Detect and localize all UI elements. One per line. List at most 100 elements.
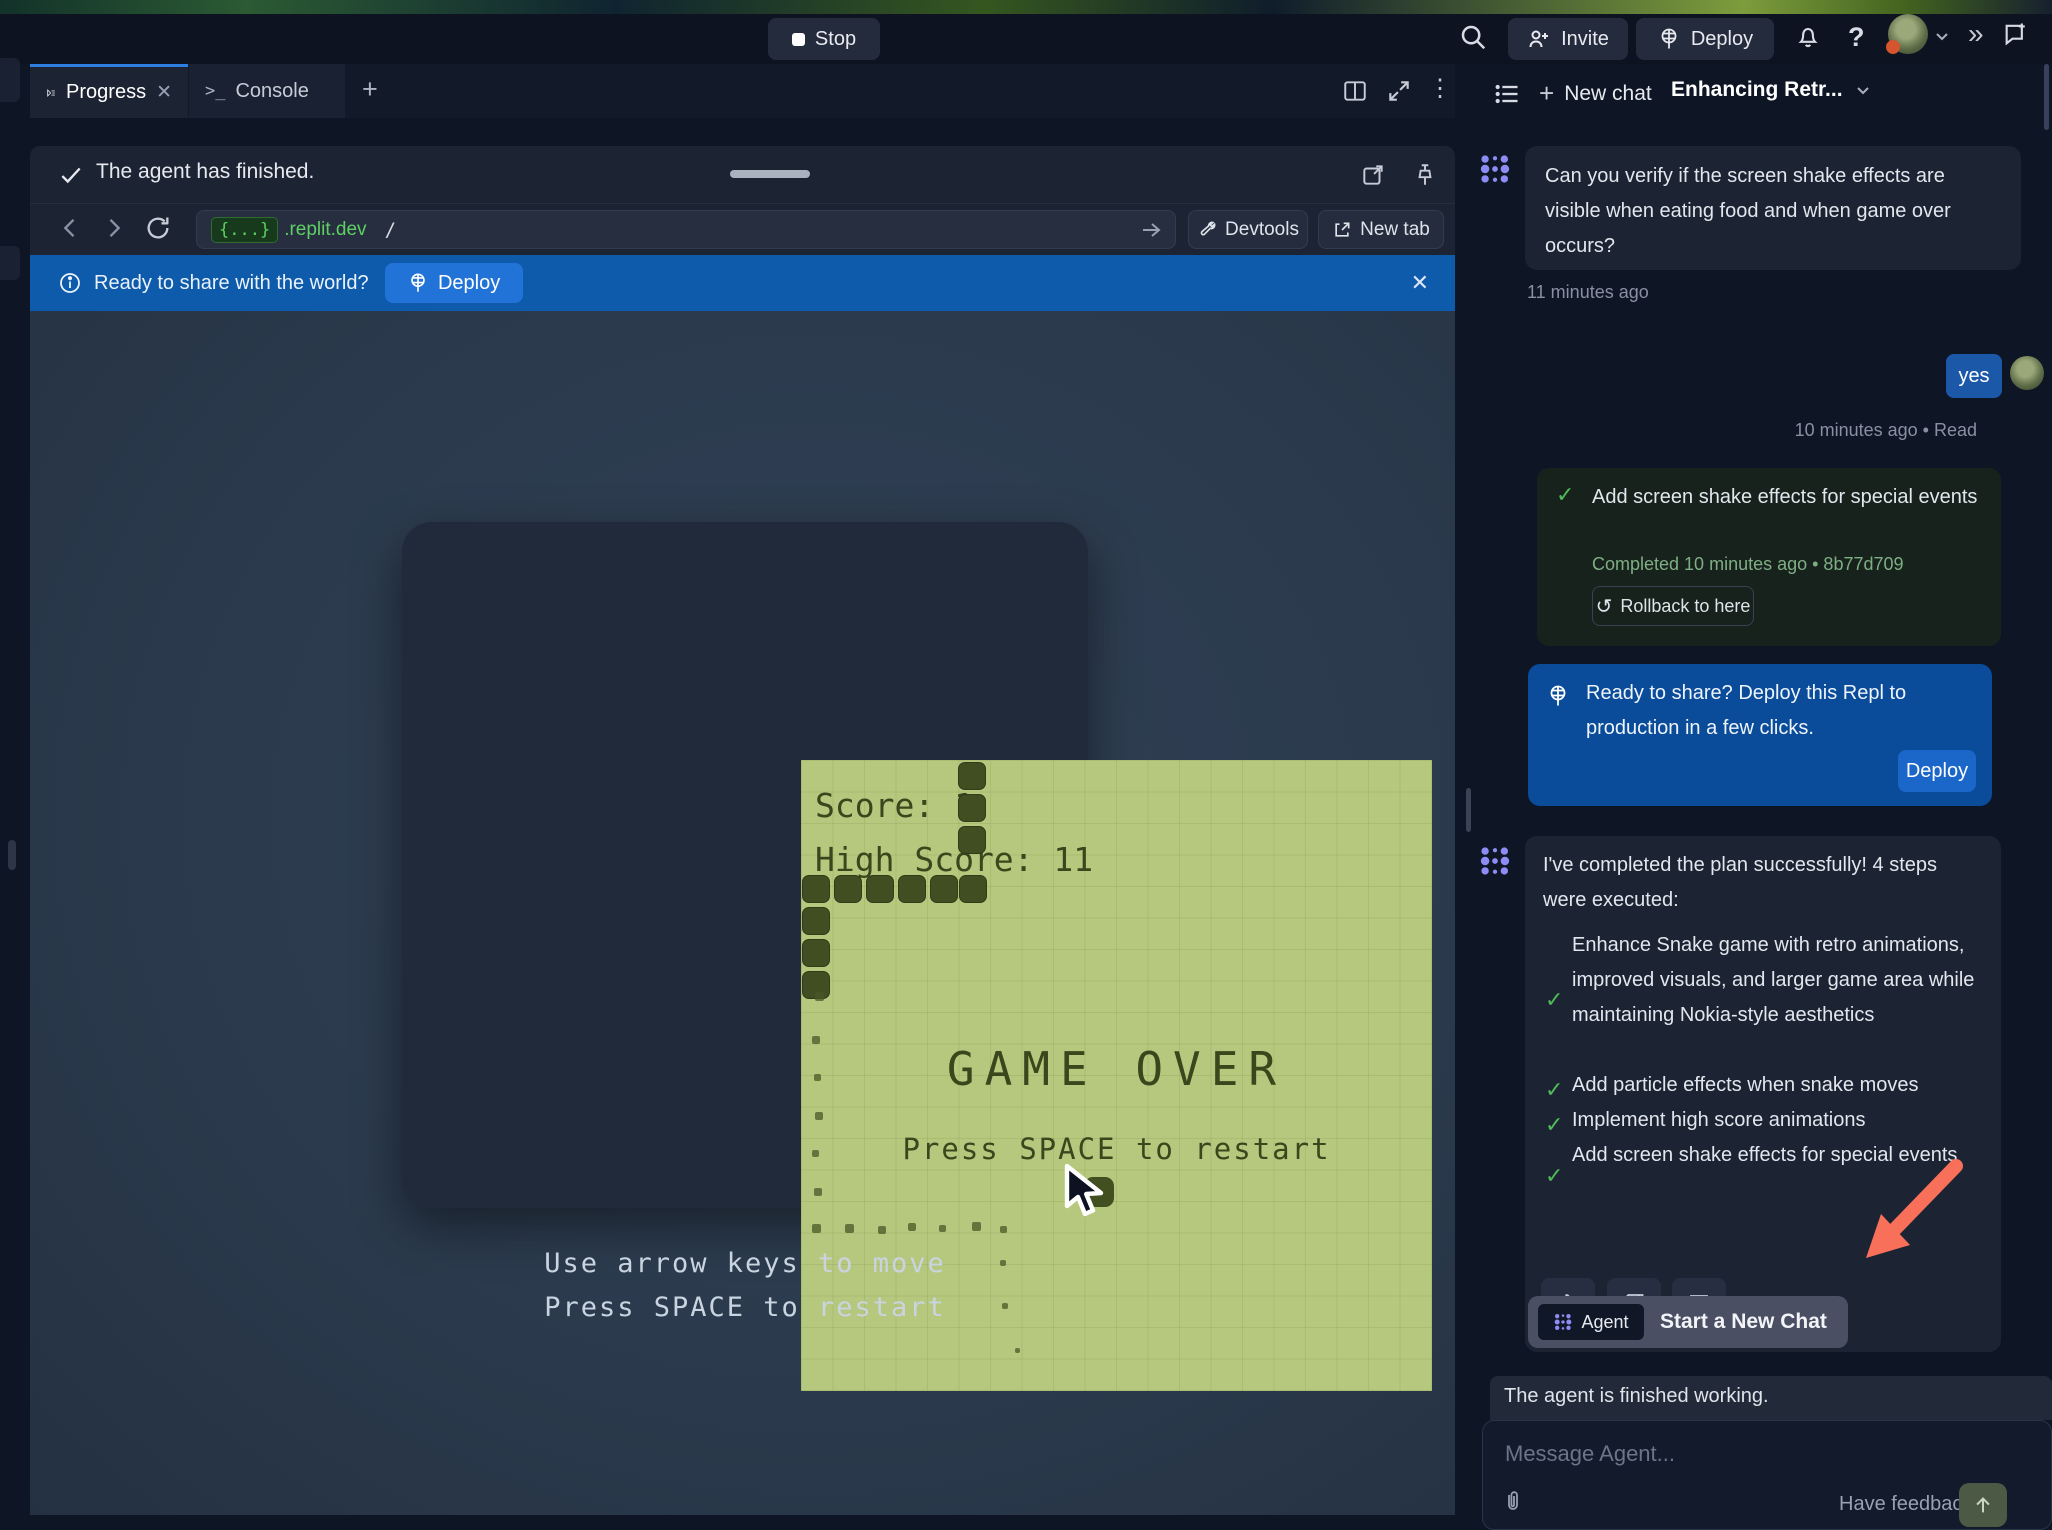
deploy-card-button-label: Deploy (1906, 760, 1968, 783)
plan-check-icon: ✓ (1545, 1107, 1563, 1142)
particle (812, 1036, 820, 1044)
forward-icon[interactable] (100, 214, 128, 242)
avatar-badge (1886, 40, 1900, 54)
open-in-pane-icon[interactable] (1360, 162, 1386, 188)
user-avatar (2010, 356, 2044, 390)
go-arrow-icon[interactable] (1139, 218, 1163, 242)
agent-avatar-icon (1478, 152, 1512, 186)
address-bar[interactable]: {...} .replit.dev / (196, 210, 1176, 249)
particle (878, 1226, 886, 1234)
agent-finished-banner: The agent is finished working. (1490, 1376, 2052, 1420)
pin-icon[interactable] (1412, 162, 1438, 188)
banner-deploy-button[interactable]: Deploy (385, 263, 523, 303)
refresh-icon[interactable] (144, 214, 172, 242)
message-input[interactable]: Message Agent... (1505, 1441, 1675, 1467)
agent-chip-label: Agent (1581, 1312, 1628, 1333)
chevron-down-icon (1855, 82, 1871, 98)
agent-chip: Agent (1538, 1304, 1644, 1340)
snake-segment (802, 875, 830, 903)
panel-resize-handle[interactable] (1466, 788, 1471, 832)
message-status: 10 minutes ago • Read (1765, 420, 1977, 441)
plan-item: Add screen shake effects for special eve… (1572, 1138, 1980, 1173)
help-icon[interactable]: ? (1848, 22, 1865, 53)
rollback-button[interactable]: ↺ Rollback to here (1592, 586, 1754, 626)
deploy-card-button[interactable]: Deploy (1898, 750, 1976, 792)
stop-label: Stop (815, 28, 856, 51)
collapse-chevrons-icon[interactable]: » (1968, 18, 1984, 50)
banner-deploy-label: Deploy (438, 272, 500, 295)
expand-icon[interactable] (1386, 78, 1412, 104)
start-new-chat-label: Start a New Chat (1660, 1310, 1827, 1334)
instruction-line: Use arrow keys to move (402, 1248, 1088, 1279)
invite-button[interactable]: Invite (1508, 18, 1628, 60)
devtools-label: Devtools (1225, 219, 1299, 241)
chat-history-icon[interactable] (1493, 80, 1521, 108)
snake-segment (958, 762, 986, 790)
snake-segment (898, 875, 926, 903)
rail-collapsed-pane[interactable] (0, 58, 20, 102)
rail-collapsed-pane[interactable] (0, 246, 20, 280)
undo-icon: ↺ (1596, 594, 1613, 619)
new-chat-button[interactable]: + New chat (1539, 78, 1652, 109)
plan-item: Add particle effects when snake moves (1572, 1068, 1980, 1103)
devtools-button[interactable]: Devtools (1188, 210, 1308, 249)
particle (814, 1188, 822, 1196)
new-tab-plus-icon[interactable]: + (362, 74, 378, 105)
url-host: .replit.dev (284, 219, 366, 241)
rail-drag-handle[interactable] (8, 840, 16, 870)
particle (1015, 1348, 1020, 1353)
game-frame: Score: 1 High Score: 11 GAME OVER Press … (402, 522, 1088, 1208)
wrench-icon (1197, 220, 1217, 240)
snake-segment (802, 939, 830, 967)
tab-progress-label: Progress (66, 81, 146, 104)
account-chevron-down-icon[interactable] (1934, 28, 1950, 44)
stop-icon (792, 33, 805, 46)
notifications-bell-icon[interactable] (1794, 22, 1822, 50)
kebab-menu-icon[interactable]: ⋮ (1428, 74, 1452, 103)
message-composer[interactable]: Message Agent... Have feedback? (1482, 1420, 2052, 1530)
search-icon[interactable] (1458, 22, 1488, 52)
comment-plus-icon[interactable] (2002, 20, 2030, 48)
rollback-label: Rollback to here (1620, 596, 1750, 617)
stop-button[interactable]: Stop (768, 18, 880, 60)
restart-hint-text: Press SPACE to restart (801, 1132, 1432, 1166)
score-text: Score: 1 (815, 786, 974, 825)
tab-close-icon[interactable]: ✕ (156, 81, 172, 104)
banner-close-icon[interactable]: ✕ (1411, 270, 1429, 296)
new-chat-label: New chat (1564, 82, 1652, 106)
tab-console[interactable]: >_ Console (189, 64, 345, 118)
snake-segment (958, 794, 986, 822)
external-link-icon (1332, 220, 1352, 240)
task-card: ✓ Add screen shake effects for special e… (1537, 468, 2001, 646)
invite-person-icon (1527, 27, 1551, 51)
split-view-icon[interactable] (1342, 78, 1368, 104)
deploy-globe-icon (1546, 684, 1570, 708)
particle (815, 992, 824, 1001)
high-score-text: High Score: 11 (815, 840, 1093, 879)
start-new-chat-button[interactable]: Agent Start a New Chat (1528, 1296, 1848, 1348)
snake-segment (802, 907, 830, 935)
particle (812, 1150, 819, 1157)
instruction-line: Press SPACE to restart (402, 1292, 1088, 1323)
chat-title: Enhancing Retr... (1671, 78, 1843, 102)
back-icon[interactable] (56, 214, 84, 242)
plan-check-icon: ✓ (1545, 982, 1563, 1017)
replit-workspace: Stop Invite Deploy ? (0, 0, 2052, 1530)
new-tab-button[interactable]: New tab (1318, 210, 1444, 249)
url-path: / (385, 219, 396, 241)
tab-progress[interactable]: Progress ✕ (30, 64, 188, 118)
user-message-text: yes (1958, 365, 1989, 388)
paperclip-icon[interactable] (1501, 1489, 1525, 1513)
top-bar: Stop Invite Deploy ? (0, 14, 2052, 64)
send-button[interactable] (1959, 1483, 2007, 1527)
chat-scrollbar[interactable] (2044, 64, 2049, 130)
deploy-label: Deploy (1691, 28, 1753, 51)
snake-segment (958, 826, 986, 854)
deploy-button-top[interactable]: Deploy (1636, 18, 1774, 60)
agent-message-text: Can you verify if the screen shake effec… (1545, 165, 1951, 257)
particle (815, 1112, 823, 1120)
chat-title-dropdown[interactable]: Enhancing Retr... (1671, 78, 1871, 102)
pane-drag-handle[interactable] (730, 170, 810, 178)
task-meta: Completed 10 minutes ago • 8b77d709 (1592, 554, 1904, 575)
desktop-wallpaper-strip (0, 0, 2052, 14)
